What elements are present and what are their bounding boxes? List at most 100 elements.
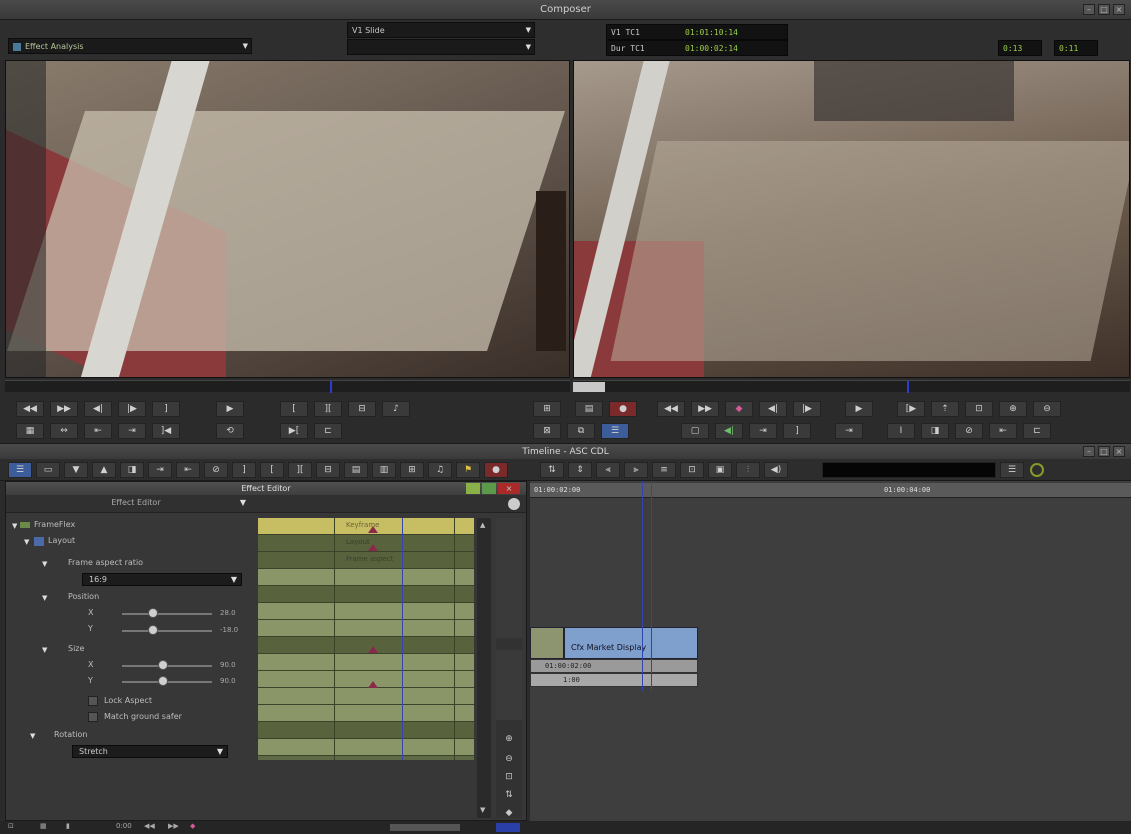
- lock-aspect-checkbox[interactable]: [88, 696, 98, 706]
- collapse-icon[interactable]: ▼: [42, 560, 47, 568]
- grid-icon[interactable]: ▦: [40, 822, 47, 830]
- video-track-icon[interactable]: ▭: [36, 462, 60, 478]
- clear-marks-icon[interactable]: ][: [288, 462, 312, 478]
- mark-in-icon[interactable]: [: [280, 401, 308, 417]
- keyframe-marker[interactable]: [368, 681, 378, 688]
- keyframe-add-icon[interactable]: ◆: [498, 808, 520, 820]
- frame-aspect-select[interactable]: 16:9 ▼: [82, 573, 242, 586]
- overwrite-icon[interactable]: ⇤: [176, 462, 200, 478]
- mark-icon[interactable]: ▮: [66, 822, 70, 830]
- step-back-icon[interactable]: ◀|: [759, 401, 787, 417]
- kf-row-pos-x[interactable]: [258, 603, 474, 620]
- play-icon[interactable]: ▶: [216, 401, 244, 417]
- list-icon[interactable]: ☰: [1000, 462, 1024, 478]
- kf-row-rotation[interactable]: [258, 722, 474, 739]
- kf-row-size[interactable]: [258, 637, 474, 654]
- triangle-up-icon[interactable]: ▲: [92, 462, 116, 478]
- pos-y-value[interactable]: -18.0: [220, 626, 238, 634]
- kf-row-lock[interactable]: [258, 688, 474, 705]
- fit-icon[interactable]: ⊡: [498, 772, 520, 786]
- fast-forward-icon[interactable]: ▶▶: [691, 401, 719, 417]
- trim-icon[interactable]: ⇅: [540, 462, 564, 478]
- compare-icon[interactable]: ⧉: [567, 423, 595, 439]
- pos-y-slider[interactable]: [122, 630, 212, 632]
- mark-in-icon[interactable]: [: [260, 462, 284, 478]
- effect-menu-dropdown[interactable]: Effect Analysis ▼: [8, 38, 252, 54]
- zoom-in-icon[interactable]: ⊕: [498, 734, 520, 748]
- source-clip-dropdown-2[interactable]: ▼: [347, 39, 535, 55]
- close-icon[interactable]: ×: [1113, 4, 1125, 15]
- collapse-icon[interactable]: ▼: [24, 538, 29, 546]
- tc2-display[interactable]: Dur TC1 01:00:02:14: [606, 40, 788, 56]
- timeline-playhead[interactable]: [642, 481, 652, 691]
- overwrite-icon[interactable]: ⊏: [314, 423, 342, 439]
- kf-row-layout[interactable]: Layout: [258, 535, 474, 552]
- go-out-icon[interactable]: ⇥: [118, 423, 146, 439]
- kf-row-frameflex[interactable]: Keyframe: [258, 518, 474, 535]
- keyframe-marker[interactable]: [368, 526, 378, 533]
- close-icon[interactable]: ×: [498, 483, 520, 494]
- pos-x-knob[interactable]: [148, 608, 158, 618]
- panel-icon[interactable]: ▣: [708, 462, 732, 478]
- speaker-icon[interactable]: ◀): [764, 462, 788, 478]
- close-icon[interactable]: ×: [1113, 446, 1125, 457]
- fast-forward-icon[interactable]: ▶▶: [168, 822, 179, 830]
- keyframe-graph[interactable]: Keyframe Layout Frame aspect: [258, 518, 474, 760]
- render-icon[interactable]: ⊘: [955, 423, 983, 439]
- monitor-icon[interactable]: ⊡: [965, 401, 993, 417]
- step-forward-icon[interactable]: |▶: [793, 401, 821, 417]
- step-forward-icon[interactable]: |▶: [118, 401, 146, 417]
- size-x-knob[interactable]: [158, 660, 168, 670]
- kf-row-pos-y[interactable]: [258, 620, 474, 637]
- loop-icon[interactable]: ⟲: [216, 423, 244, 439]
- scroll-down-icon[interactable]: ▼: [480, 806, 485, 814]
- fast-forward-icon[interactable]: ▶▶: [50, 401, 78, 417]
- record-icon[interactable]: ●: [484, 462, 508, 478]
- mark-out-icon[interactable]: ]: [783, 423, 811, 439]
- source-monitor[interactable]: [5, 60, 570, 378]
- trim-mode-icon[interactable]: ⇥: [749, 423, 777, 439]
- audio-mixer-icon[interactable]: ◀|: [715, 423, 743, 439]
- toggle-icon[interactable]: ⊞: [400, 462, 424, 478]
- kf-row-aspect[interactable]: Frame aspect: [258, 552, 474, 569]
- collapse-icon[interactable]: ▼: [42, 594, 47, 602]
- size-x-value[interactable]: 90.0: [220, 661, 236, 669]
- maximize-icon[interactable]: □: [1098, 4, 1110, 15]
- zoom-in-icon[interactable]: ⊕: [999, 401, 1027, 417]
- collapse-icon[interactable]: ▼: [42, 646, 47, 654]
- kf-row-aspect-value[interactable]: [258, 569, 474, 586]
- lift-icon[interactable]: ▤: [344, 462, 368, 478]
- kf-row-size-y[interactable]: [258, 671, 474, 688]
- effect-icon[interactable]: ▢: [681, 423, 709, 439]
- minimize-icon[interactable]: –: [1083, 4, 1095, 15]
- triangle-down-icon[interactable]: ▼: [64, 462, 88, 478]
- collapse-icon[interactable]: ▼: [30, 732, 35, 740]
- kf-row-match[interactable]: [258, 705, 474, 722]
- timeline-clip-filler[interactable]: [530, 627, 564, 659]
- zoom-out-icon[interactable]: ⊖: [498, 754, 520, 768]
- marker-icon[interactable]: ◆: [725, 401, 753, 417]
- exit-icon[interactable]: ⊏: [1023, 423, 1051, 439]
- match-checkbox[interactable]: [88, 712, 98, 722]
- sync-icon[interactable]: ⊠: [533, 423, 561, 439]
- mark-out-icon[interactable]: ]: [232, 462, 256, 478]
- mark-clip-icon[interactable]: ⊟: [316, 462, 340, 478]
- keyframe-marker[interactable]: [368, 544, 378, 551]
- gear-icon[interactable]: [508, 498, 520, 510]
- rewind-icon[interactable]: ◀◀: [16, 401, 44, 417]
- source-position-indicator[interactable]: [330, 381, 332, 393]
- step-back-icon[interactable]: ◀|: [84, 401, 112, 417]
- collapse-icon[interactable]: ▼: [12, 522, 17, 530]
- pos-x-slider[interactable]: [122, 613, 212, 615]
- grid-icon[interactable]: ▦: [16, 423, 44, 439]
- tc1-display[interactable]: V1 TC1 01:01:10:14: [606, 24, 788, 40]
- zoom-out-icon[interactable]: ⊖: [1033, 401, 1061, 417]
- toggle-view-icon[interactable]: ☰: [601, 423, 629, 439]
- record-position-indicator[interactable]: [907, 381, 909, 393]
- extract-icon[interactable]: ⇤: [989, 423, 1017, 439]
- effect-editor-scrollbar[interactable]: ▲ ▼: [477, 518, 491, 818]
- step-icon[interactable]: ⇕: [568, 462, 592, 478]
- mark-out-icon[interactable]: ]: [152, 401, 180, 417]
- size-y-value[interactable]: 90.0: [220, 677, 236, 685]
- mark-clip-icon[interactable]: ⊟: [348, 401, 376, 417]
